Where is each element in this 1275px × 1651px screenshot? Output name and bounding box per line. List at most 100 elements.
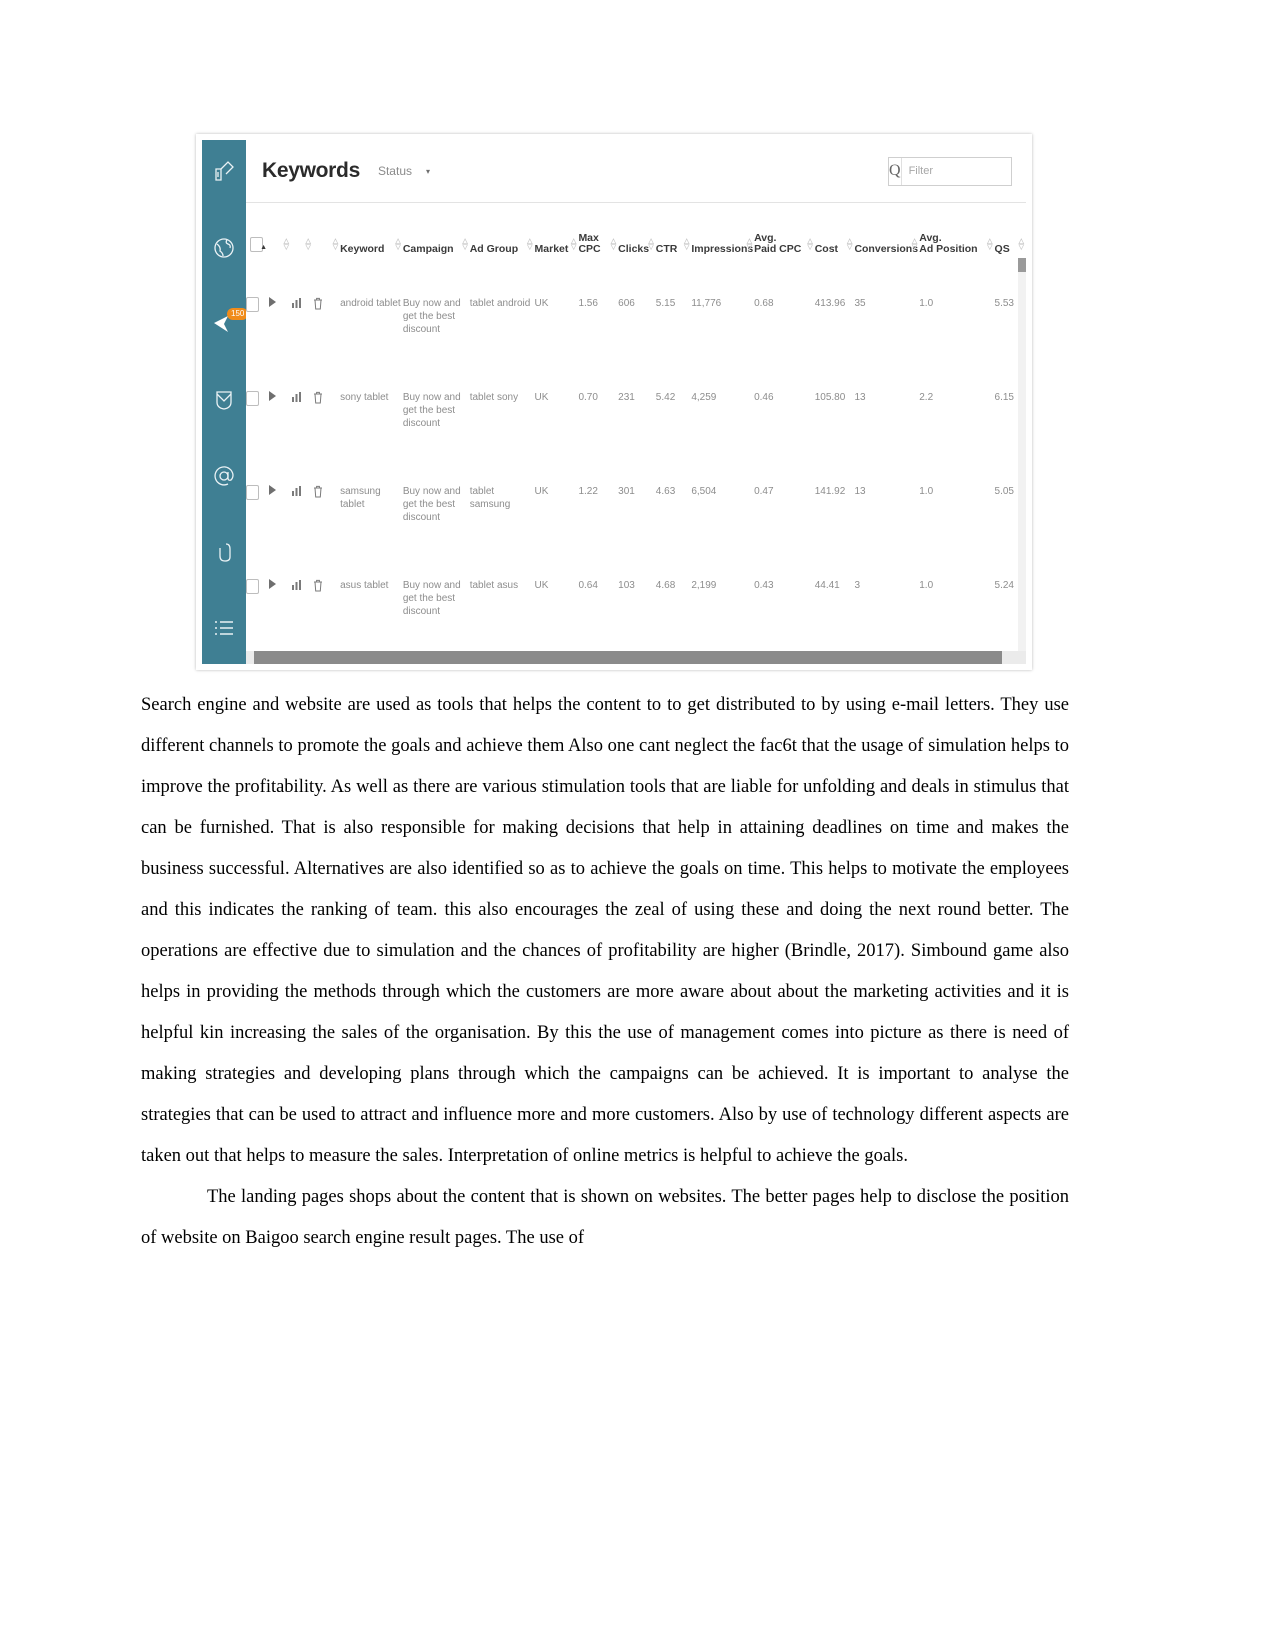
inbox-envelope-icon: [212, 388, 236, 412]
trash-icon[interactable]: [313, 579, 323, 596]
row-delete-cell[interactable]: [312, 474, 341, 568]
row-checkbox-cell[interactable]: [246, 568, 269, 662]
search-input[interactable]: [901, 156, 1026, 186]
col-clicks-label: Clicks: [618, 243, 650, 255]
col-avg-paid-cpc[interactable]: Avg. Paid CPC △ ▽: [754, 203, 815, 262]
sidebar-item-globe[interactable]: [209, 234, 239, 261]
row-chart-cell[interactable]: [290, 474, 313, 568]
col-delete[interactable]: △ ▽: [313, 203, 340, 262]
row-checkbox[interactable]: [246, 579, 259, 594]
col-qs[interactable]: QS △ ▽: [995, 203, 1026, 262]
cell-avg-paid-cpc: 0.68: [754, 286, 815, 380]
sidebar-item-paperclip[interactable]: [209, 539, 239, 566]
row-expand-cell[interactable]: [269, 286, 291, 380]
sidebar-item-at-sign[interactable]: [209, 463, 239, 490]
row-chart-cell[interactable]: [290, 286, 313, 380]
row-expand-cell[interactable]: [269, 474, 291, 568]
cell-keyword: samsung tablet: [340, 474, 403, 568]
row-chart-cell[interactable]: [290, 568, 313, 662]
bar-chart-icon[interactable]: [291, 579, 303, 595]
table-row[interactable]: android tablet Buy now and get the best …: [246, 286, 1026, 380]
sort-indicator-icon[interactable]: △ ▽: [333, 238, 338, 251]
sort-indicator-icon[interactable]: △ ▽: [807, 238, 812, 251]
row-delete-cell[interactable]: [312, 568, 341, 662]
cell-keyword: sony tablet: [340, 380, 403, 474]
table-row[interactable]: samsung tablet Buy now and get the best …: [246, 474, 1026, 568]
col-campaign[interactable]: Campaign △ ▽: [403, 203, 470, 262]
sort-indicator-icon[interactable]: △ ▽: [1019, 238, 1024, 251]
sidebar-item-list[interactable]: [209, 615, 239, 642]
sort-indicator-icon[interactable]: △ ▽: [395, 238, 400, 251]
col-clicks[interactable]: Clicks △ ▽: [618, 203, 656, 262]
row-checkbox[interactable]: [246, 485, 259, 500]
sort-indicator-icon[interactable]: △ ▽: [527, 238, 532, 251]
col-ad-group[interactable]: Ad Group △ ▽: [470, 203, 535, 262]
sidebar-item-pencil-edit[interactable]: [209, 158, 239, 185]
cell-impressions: 4,259: [691, 380, 755, 474]
bar-chart-icon[interactable]: [291, 485, 303, 501]
col-ctr[interactable]: CTR △ ▽: [656, 203, 692, 262]
sort-indicator-icon[interactable]: △ ▽: [987, 238, 992, 251]
table-row[interactable]: asus tablet Buy now and get the best dis…: [246, 568, 1026, 662]
row-expand-cell[interactable]: [269, 568, 291, 662]
horizontal-scrollbar-track[interactable]: [246, 651, 1026, 664]
col-chart[interactable]: △ ▽: [291, 203, 313, 262]
sort-indicator-icon[interactable]: △ ▽: [611, 238, 616, 251]
expand-triangle-icon[interactable]: [269, 485, 276, 495]
status-filter-dropdown[interactable]: Status ▾: [378, 164, 430, 178]
sort-indicator-icon[interactable]: △ ▽: [847, 238, 852, 251]
col-market[interactable]: Market △ ▽: [535, 203, 579, 262]
row-checkbox[interactable]: [246, 297, 259, 312]
row-delete-cell[interactable]: [312, 286, 341, 380]
col-cost[interactable]: Cost △ ▽: [815, 203, 855, 262]
col-avg-ad-position[interactable]: Avg. Ad Position △ ▽: [919, 203, 994, 262]
sort-indicator-icon[interactable]: △ ▽: [684, 238, 689, 251]
sort-indicator-icon[interactable]: △ ▽: [912, 238, 917, 251]
cell-cost: 141.92: [814, 474, 855, 568]
col-max-cpc[interactable]: Max CPC △ ▽: [578, 203, 618, 262]
vertical-scrollbar-track[interactable]: [1018, 258, 1026, 664]
filter-search-box[interactable]: Q: [888, 156, 1026, 186]
trash-icon[interactable]: [313, 391, 323, 408]
row-checkbox-cell[interactable]: [246, 380, 269, 474]
table-row[interactable]: sony tablet Buy now and get the best dis…: [246, 380, 1026, 474]
trash-icon[interactable]: [313, 485, 323, 502]
expand-triangle-icon[interactable]: [269, 391, 276, 401]
sort-indicator-icon[interactable]: ▲: [260, 244, 267, 251]
row-checkbox[interactable]: [246, 391, 259, 406]
cell-max-cpc[interactable]: 0.64: [578, 568, 619, 662]
bar-chart-icon[interactable]: [291, 391, 303, 407]
cell-keyword: asus tablet: [340, 568, 403, 662]
sidebar-item-location-pin[interactable]: 150: [209, 308, 249, 337]
expand-triangle-icon[interactable]: [269, 579, 276, 589]
cell-max-cpc[interactable]: 0.70: [578, 380, 619, 474]
row-checkbox-cell[interactable]: [246, 286, 269, 380]
row-expand-cell[interactable]: [269, 380, 291, 474]
col-select-all[interactable]: ▲: [246, 203, 269, 262]
cell-max-cpc[interactable]: 1.22: [578, 474, 619, 568]
col-keyword[interactable]: Keyword △ ▽: [340, 203, 403, 262]
screenshot-figure: 150 Keywords Status ▾ Q Filter ▲ △ ▽ △ ▽…: [196, 134, 1032, 670]
bar-chart-icon[interactable]: [291, 297, 303, 313]
cell-max-cpc[interactable]: 1.56: [578, 286, 619, 380]
horizontal-scrollbar-thumb[interactable]: [254, 651, 1002, 664]
sort-indicator-icon[interactable]: △ ▽: [284, 238, 289, 251]
sidebar-item-inbox[interactable]: [209, 386, 239, 413]
expand-triangle-icon[interactable]: [269, 297, 276, 307]
trash-icon[interactable]: [313, 297, 323, 314]
sort-indicator-icon[interactable]: △ ▽: [648, 238, 653, 251]
cell-clicks: 301: [618, 474, 656, 568]
col-ad-group-label: Ad Group: [469, 243, 519, 255]
sort-indicator-icon[interactable]: △ ▽: [306, 238, 311, 251]
col-expand[interactable]: △ ▽: [269, 203, 291, 262]
row-chart-cell[interactable]: [290, 380, 313, 474]
col-conversions[interactable]: Conversions △ ▽: [854, 203, 919, 262]
col-impressions[interactable]: Impressions △ ▽: [691, 203, 754, 262]
sort-indicator-icon[interactable]: △ ▽: [747, 238, 752, 251]
cell-ctr: 5.15: [655, 286, 692, 380]
vertical-scrollbar-thumb[interactable]: [1018, 258, 1026, 272]
sort-indicator-icon[interactable]: △ ▽: [462, 238, 467, 251]
row-checkbox-cell[interactable]: [246, 474, 269, 568]
row-delete-cell[interactable]: [312, 380, 341, 474]
sort-indicator-icon[interactable]: △ ▽: [571, 238, 576, 251]
